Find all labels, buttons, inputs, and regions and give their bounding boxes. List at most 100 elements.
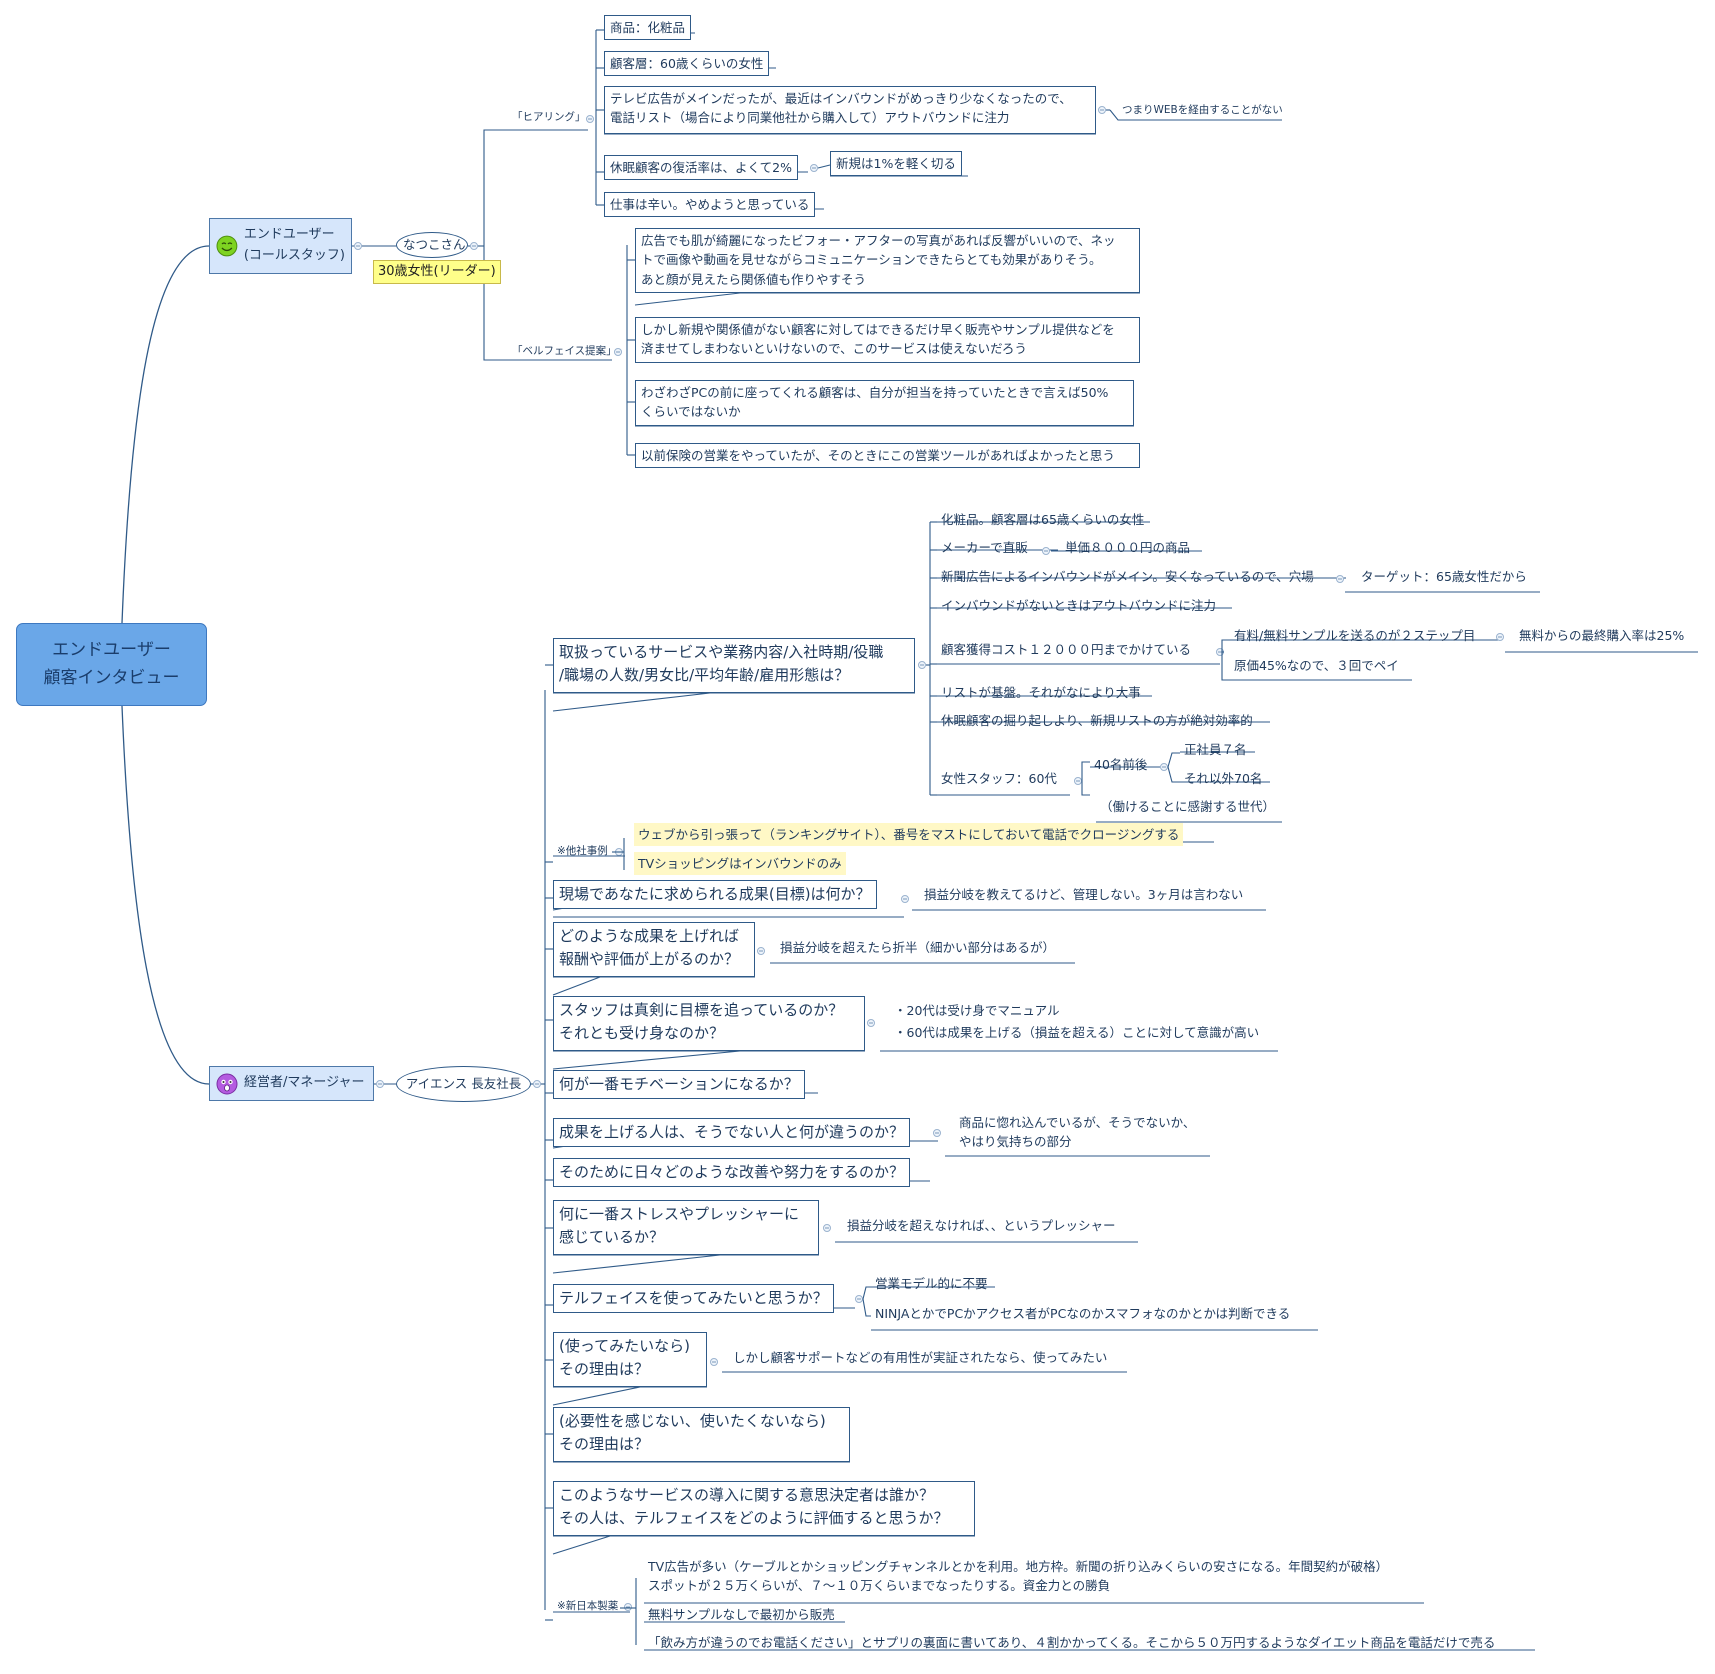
person-natsuko-label: なつこさん: [403, 237, 466, 252]
hearing-note-web[interactable]: つまりWEBを経由することがない: [1118, 101, 1287, 119]
q1-answer-4[interactable]: インバウンドがないときはアウトバウンドに注力: [937, 594, 1220, 617]
question-11-line1: (必要性を感じない、使いたくないなら): [559, 1412, 826, 1430]
q1-answer-7[interactable]: 休眠顧客の掘り起しより、新規リストの方が絶対効率的: [937, 709, 1257, 732]
collapse-toggle-icon[interactable]: [354, 242, 362, 250]
collapse-toggle-icon[interactable]: [1336, 575, 1344, 583]
collapse-toggle-icon[interactable]: [376, 1080, 384, 1088]
shin-nihon-item-1[interactable]: TV広告が多い（ケーブルとかショッピングチャンネルとかを利用。地方枠。新聞の折り…: [644, 1555, 1392, 1598]
q1-answer-2b[interactable]: 単価８０００円の商品: [1061, 536, 1194, 559]
q1-answer-8[interactable]: 女性スタッフ：60代: [937, 767, 1061, 790]
collapse-toggle-icon[interactable]: [823, 1224, 831, 1232]
collapse-toggle-icon[interactable]: [757, 947, 765, 955]
collapse-toggle-icon[interactable]: [901, 895, 909, 903]
bellface-item-4[interactable]: 以前保険の営業をやっていたが、そのときにこの営業ツールがあればよかったと思う: [635, 443, 1140, 469]
collapse-toggle-icon[interactable]: [810, 164, 818, 172]
bellface-item-3[interactable]: わざわざPCの前に座ってくれる顧客は、自分が担当を持っていたときで言えば50% …: [635, 380, 1134, 426]
q9-answer-2[interactable]: NINJAとかでPCかアクセス者がPCなのかスマフォなのかとかは判断できる: [871, 1302, 1294, 1325]
connector-line: [483, 129, 508, 246]
q2-answer[interactable]: 損益分岐を教えてるけど、管理しない。3ヶ月は言わない: [920, 883, 1247, 906]
q10-answer[interactable]: しかし顧客サポートなどの有用性が実証されたなら、使ってみたい: [729, 1346, 1111, 1369]
collapse-toggle-icon[interactable]: [1160, 763, 1168, 771]
bellface-label[interactable]: 「ベルフェイス提案」: [508, 342, 621, 360]
collapse-toggle-icon[interactable]: [855, 1295, 863, 1303]
collapse-toggle-icon[interactable]: [1496, 633, 1504, 641]
q1-answer-5d[interactable]: 原価45%なので、３回でペイ: [1230, 654, 1403, 677]
q1-answer-5b[interactable]: 有料/無料サンプルを送るのが２ステップ目: [1230, 624, 1479, 647]
persona-enduser[interactable]: エンドユーザー (コールスタッフ): [209, 218, 352, 274]
persona-manager[interactable]: 経営者/マネージャー: [209, 1066, 374, 1101]
q9-answer-1[interactable]: 営業モデル的に不要: [871, 1272, 992, 1295]
hearing-item-3[interactable]: テレビ広告がメインだったが、最近はインバウンドがめっきり少なくなったので、 電話…: [604, 86, 1096, 134]
collapse-toggle-icon[interactable]: [615, 848, 623, 856]
q4-answer[interactable]: ・20代は受け身でマニュアル ・60代は成果を上げる（損益を超える）ことに対して…: [890, 998, 1263, 1046]
connector-line: [121, 705, 210, 1085]
question-7[interactable]: そのために日々どのような改善や努力をするのか？: [553, 1158, 911, 1188]
other-case-2[interactable]: TVショッピングはインバウンドのみ: [634, 852, 846, 876]
connector-line: [552, 692, 711, 712]
q8-answer[interactable]: 損益分岐を超えなければ、、というプレッシャー: [843, 1214, 1120, 1237]
root-topic[interactable]: エンドユーザー 顧客インタビュー: [16, 623, 207, 706]
bellface-item-2[interactable]: しかし新規や関係値がない顧客に対してはできるだけ早く販売やサンプル提供などを 済…: [635, 317, 1140, 363]
collapse-toggle-icon[interactable]: [533, 1080, 541, 1088]
q1-answer-8b[interactable]: 40名前後: [1090, 753, 1151, 776]
question-3[interactable]: どのような成果を上げれば 報酬や評価が上がるのか？: [553, 922, 755, 977]
question-10[interactable]: (使ってみたいなら) その理由は？: [553, 1332, 707, 1387]
question-6[interactable]: 成果を上げる人は、そうでない人と何が違うのか？: [553, 1118, 911, 1148]
collapse-toggle-icon[interactable]: [1216, 648, 1224, 656]
person-nagatomo[interactable]: アイエンス 長友社長: [396, 1066, 531, 1102]
collapse-toggle-icon[interactable]: [1098, 106, 1106, 114]
hearing-item-4[interactable]: 休眠顧客の復活率は、よくて2%: [604, 155, 798, 181]
q4-answer-line2: ・60代は成果を上げる（損益を超える）ことに対して意識が高い: [894, 1024, 1260, 1040]
q1-answer-5[interactable]: 顧客獲得コスト１２０００円までかけている: [937, 638, 1195, 661]
question-9[interactable]: テルフェイスを使ってみたいと思うか？: [553, 1284, 834, 1314]
connector-line: [1081, 781, 1090, 796]
question-2[interactable]: 現場であなたに求められる成果(目標)は何か？: [553, 880, 877, 910]
collapse-toggle-icon[interactable]: [867, 1019, 875, 1027]
q1-answer-6[interactable]: リストが基盤。それがなにより大事: [937, 681, 1145, 704]
question-8[interactable]: 何に一番ストレスやプレッシャーに 感じているか？: [553, 1200, 819, 1255]
q1-answer-2[interactable]: メーカーで直販: [937, 536, 1032, 559]
q1-answer-1[interactable]: 化粧品。顧客層は65歳くらいの女性: [937, 508, 1148, 531]
collapse-toggle-icon[interactable]: [624, 1603, 632, 1611]
question-5[interactable]: 何が一番モチベーションになるか？: [553, 1070, 805, 1100]
hearing-item-2[interactable]: 顧客層：60歳くらいの女性: [604, 51, 770, 77]
collapse-toggle-icon[interactable]: [933, 1129, 941, 1137]
shin-nihon-item-2[interactable]: 無料サンプルなしで最初から販売: [644, 1603, 839, 1626]
other-case-1[interactable]: ウェブから引っ張って（ランキングサイト）、番号をマストにしておいて電話でクロージ…: [634, 823, 1184, 847]
q1-answer-8d[interactable]: それ以外70名: [1180, 767, 1266, 790]
root-topic-line2: 顧客インタビュー: [43, 667, 180, 688]
person-natsuko-tag: 30歳女性(リーダー): [373, 260, 501, 285]
q1-answer-5c[interactable]: 無料からの最終購入率は25%: [1515, 624, 1688, 647]
collapse-toggle-icon[interactable]: [710, 1358, 718, 1366]
q1-answer-8e[interactable]: （働けることに感謝する世代）: [1096, 795, 1279, 818]
question-12[interactable]: このようなサービスの導入に関する意思決定者は誰か？ その人は、テルフェイスをどの…: [553, 1481, 975, 1536]
connector-line: [862, 1286, 871, 1300]
q1-answer-8c[interactable]: 正社員７名: [1180, 738, 1251, 761]
hearing-item-5[interactable]: 仕事は辛い。やめようと思っている: [604, 192, 816, 218]
question-1[interactable]: 取扱っているサービスや業務内容/入社時期/役職 /職場の人数/男女比/平均年齢/…: [553, 638, 915, 693]
hearing-note-new[interactable]: 新規は1%を軽く切る: [830, 151, 962, 177]
collapse-toggle-icon[interactable]: [470, 242, 478, 250]
hearing-item-3-line2: 電話リスト（場合により同業他社から購入して）アウトバウンドに注力: [610, 110, 1010, 126]
collapse-toggle-icon[interactable]: [1074, 777, 1082, 785]
q6-answer[interactable]: 商品に惚れ込んでいるが、そうでないか、 やはり気持ちの部分: [955, 1111, 1199, 1154]
q3-answer[interactable]: 損益分岐を超えたら折半（細かい部分はあるが）: [776, 936, 1059, 959]
q4-answer-line1: ・20代は受け身でマニュアル: [894, 1003, 1060, 1018]
question-1-line1: 取扱っているサービスや業務内容/入社時期/役職: [559, 643, 884, 661]
other-cases-label[interactable]: ※他社事例: [553, 842, 612, 860]
question-11[interactable]: (必要性を感じない、使いたくないなら) その理由は？: [553, 1407, 850, 1462]
person-natsuko[interactable]: なつこさん: [396, 232, 468, 258]
bellface-item-1[interactable]: 広告でも肌が綺麗になったビフォー・アフターの写真があれば反響がいいので、ネッ ト…: [635, 228, 1140, 293]
connector-line: [817, 164, 831, 169]
question-4[interactable]: スタッフは真剣に目標を追っているのか？ それとも受け身なのか？: [553, 996, 865, 1051]
hearing-label[interactable]: 「ヒアリング」: [508, 108, 590, 126]
hearing-item-1[interactable]: 商品：化粧品: [604, 15, 692, 41]
q1-answer-3b[interactable]: ターゲット：65歳女性だから: [1357, 565, 1531, 588]
q1-answer-3[interactable]: 新聞広告によるインバウンドがメイン。安くなっているので、穴場: [937, 565, 1318, 588]
collapse-toggle-icon[interactable]: [918, 661, 926, 669]
collapse-toggle-icon[interactable]: [1042, 547, 1050, 555]
shin-nihon-item-3[interactable]: 「飲み方が違うのでお電話ください」とサプリの裏面に書いてあり、４割かかってくる。…: [644, 1631, 1499, 1654]
question-10-line2: その理由は？: [559, 1360, 650, 1379]
question-1-line2: /職場の人数/男女比/平均年齢/雇用形態は？: [559, 666, 850, 685]
shin-nihon-label[interactable]: ※新日本製薬: [553, 1597, 622, 1615]
